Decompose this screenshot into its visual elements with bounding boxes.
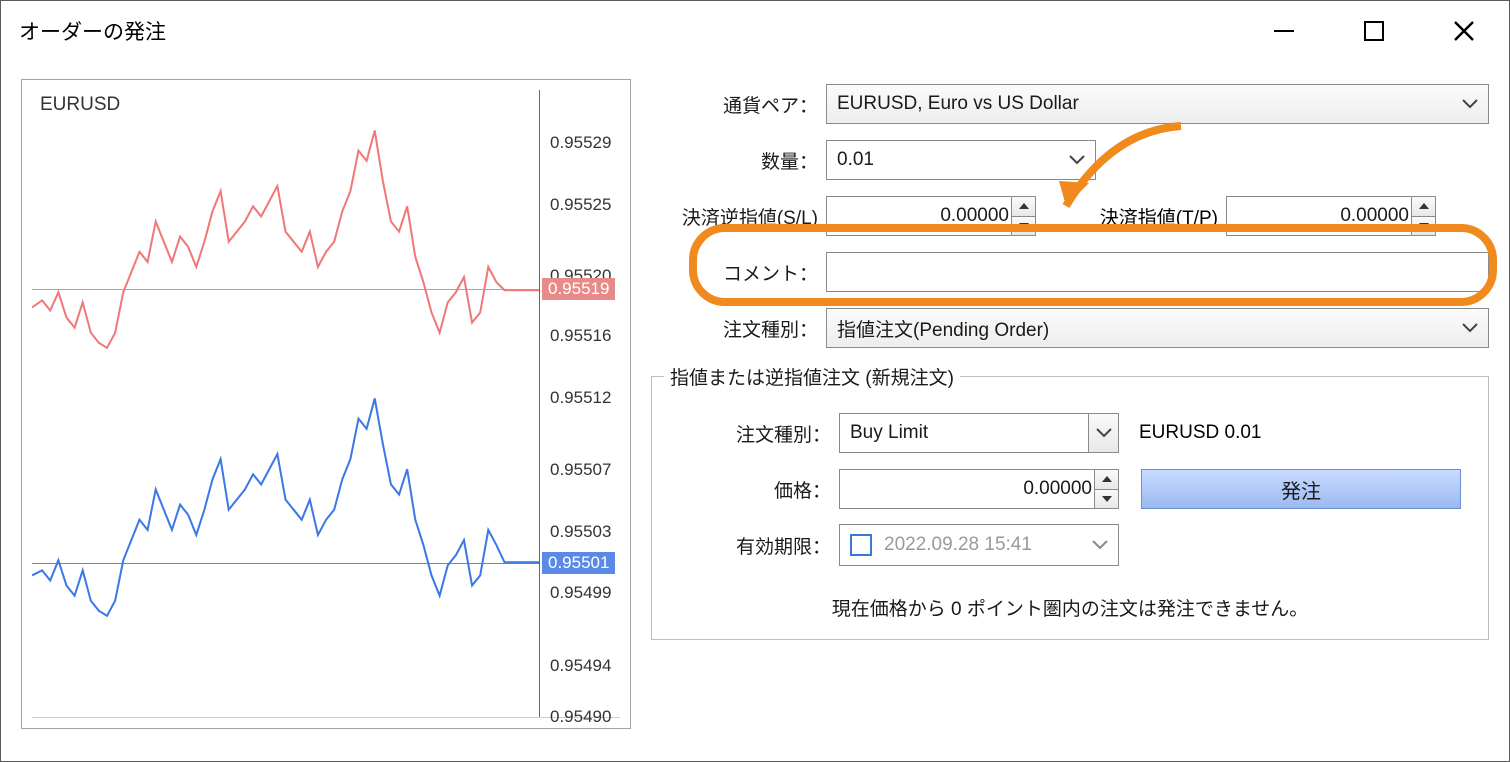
ytick: 0.95494 — [550, 656, 611, 676]
order-window: オーダーの発注 EURUSD — [0, 0, 1510, 762]
spinner-buttons[interactable] — [1411, 197, 1435, 235]
titlebar: オーダーの発注 — [1, 1, 1509, 61]
spin-down-icon[interactable] — [1012, 217, 1035, 236]
tp-label: 決済指値(T/P) — [1096, 203, 1226, 230]
bid-series-line — [32, 90, 539, 717]
spin-up-icon[interactable] — [1412, 197, 1435, 217]
window-controls — [1239, 1, 1509, 60]
order-restriction-note: 現在価格から 0 ポイント圏内の注文は発注できません。 — [664, 594, 1476, 621]
sl-spinner[interactable]: 0.00000 — [826, 196, 1036, 236]
chart-plot: EURUSD — [32, 90, 540, 717]
maximize-button[interactable] — [1329, 1, 1419, 60]
pending-type-select[interactable]: Buy Limit — [839, 413, 1119, 453]
close-button[interactable] — [1419, 1, 1509, 60]
pending-price-value: 0.00000 — [1023, 478, 1092, 500]
submit-order-button[interactable]: 発注 — [1141, 469, 1461, 509]
spin-down-icon[interactable] — [1412, 217, 1435, 236]
spin-up-icon[interactable] — [1095, 470, 1118, 490]
pair-label: 通貨ペア： — [651, 91, 826, 118]
volume-value: 0.01 — [837, 149, 874, 171]
bid-price-tag: 0.95501 — [542, 552, 615, 574]
chevron-down-icon — [1069, 155, 1085, 165]
sl-value: 0.00000 — [940, 205, 1009, 227]
pending-price-spinner[interactable]: 0.00000 — [839, 469, 1119, 509]
ytick: 0.95529 — [550, 133, 611, 153]
pending-type-value: Buy Limit — [850, 422, 928, 444]
ytick: 0.95490 — [550, 707, 611, 727]
chart-panel: EURUSD 0.95529 0.95525 0.95520 0.95519 0 — [21, 79, 631, 729]
minimize-button[interactable] — [1239, 1, 1329, 60]
pending-type-label: 注文種別： — [664, 420, 839, 447]
ytick: 0.95503 — [550, 522, 611, 542]
ytick: 0.95516 — [550, 326, 611, 346]
pair-select[interactable]: EURUSD, Euro vs US Dollar — [826, 84, 1489, 124]
chevron-down-icon — [1092, 540, 1108, 550]
ytick: 0.95525 — [550, 195, 611, 215]
ordertype-select[interactable]: 指値注文(Pending Order) — [826, 308, 1489, 348]
pending-symbol-lot: EURUSD 0.01 — [1139, 422, 1262, 444]
expiry-picker[interactable]: 2022.09.28 15:41 — [839, 524, 1119, 566]
pending-price-label: 価格： — [664, 476, 839, 503]
tp-value: 0.00000 — [1340, 205, 1409, 227]
order-form: 通貨ペア： EURUSD, Euro vs US Dollar 数量： 0.01… — [651, 79, 1489, 729]
expiry-value: 2022.09.28 15:41 — [884, 534, 1032, 556]
spin-down-icon[interactable] — [1095, 490, 1118, 509]
pending-legend: 指値または逆指値注文 (新規注文) — [664, 363, 960, 390]
window-title: オーダーの発注 — [19, 16, 166, 46]
volume-combo[interactable]: 0.01 — [826, 140, 1096, 180]
volume-label: 数量： — [651, 147, 826, 174]
chevron-down-icon — [1462, 323, 1478, 333]
comment-label: コメント： — [651, 259, 826, 286]
sl-label: 決済逆指値(S/L) — [651, 203, 826, 230]
spinner-buttons[interactable] — [1094, 470, 1118, 508]
comment-input[interactable] — [826, 252, 1489, 292]
spinner-buttons[interactable] — [1011, 197, 1035, 235]
ytick: 0.95507 — [550, 460, 611, 480]
expiry-checkbox[interactable] — [850, 534, 872, 556]
pending-order-group: 指値または逆指値注文 (新規注文) 注文種別： Buy Limit EURUSD… — [651, 363, 1489, 640]
tp-spinner[interactable]: 0.00000 — [1226, 196, 1436, 236]
content: EURUSD 0.95529 0.95525 0.95520 0.95519 0 — [1, 61, 1509, 749]
spin-up-icon[interactable] — [1012, 197, 1035, 217]
ytick: 0.95499 — [550, 583, 611, 603]
ytick: 0.95512 — [550, 388, 611, 408]
chevron-down-icon — [1088, 414, 1118, 452]
chart-y-axis: 0.95529 0.95525 0.95520 0.95519 0.95516 … — [540, 90, 620, 717]
ordertype-value: 指値注文(Pending Order) — [837, 315, 1049, 342]
submit-label: 発注 — [1281, 475, 1321, 504]
pair-select-value: EURUSD, Euro vs US Dollar — [837, 93, 1079, 115]
ordertype-label: 注文種別： — [651, 315, 826, 342]
ask-price-tag: 0.95519 — [542, 278, 615, 300]
expiry-label: 有効期限： — [664, 532, 839, 559]
chevron-down-icon — [1462, 99, 1478, 109]
